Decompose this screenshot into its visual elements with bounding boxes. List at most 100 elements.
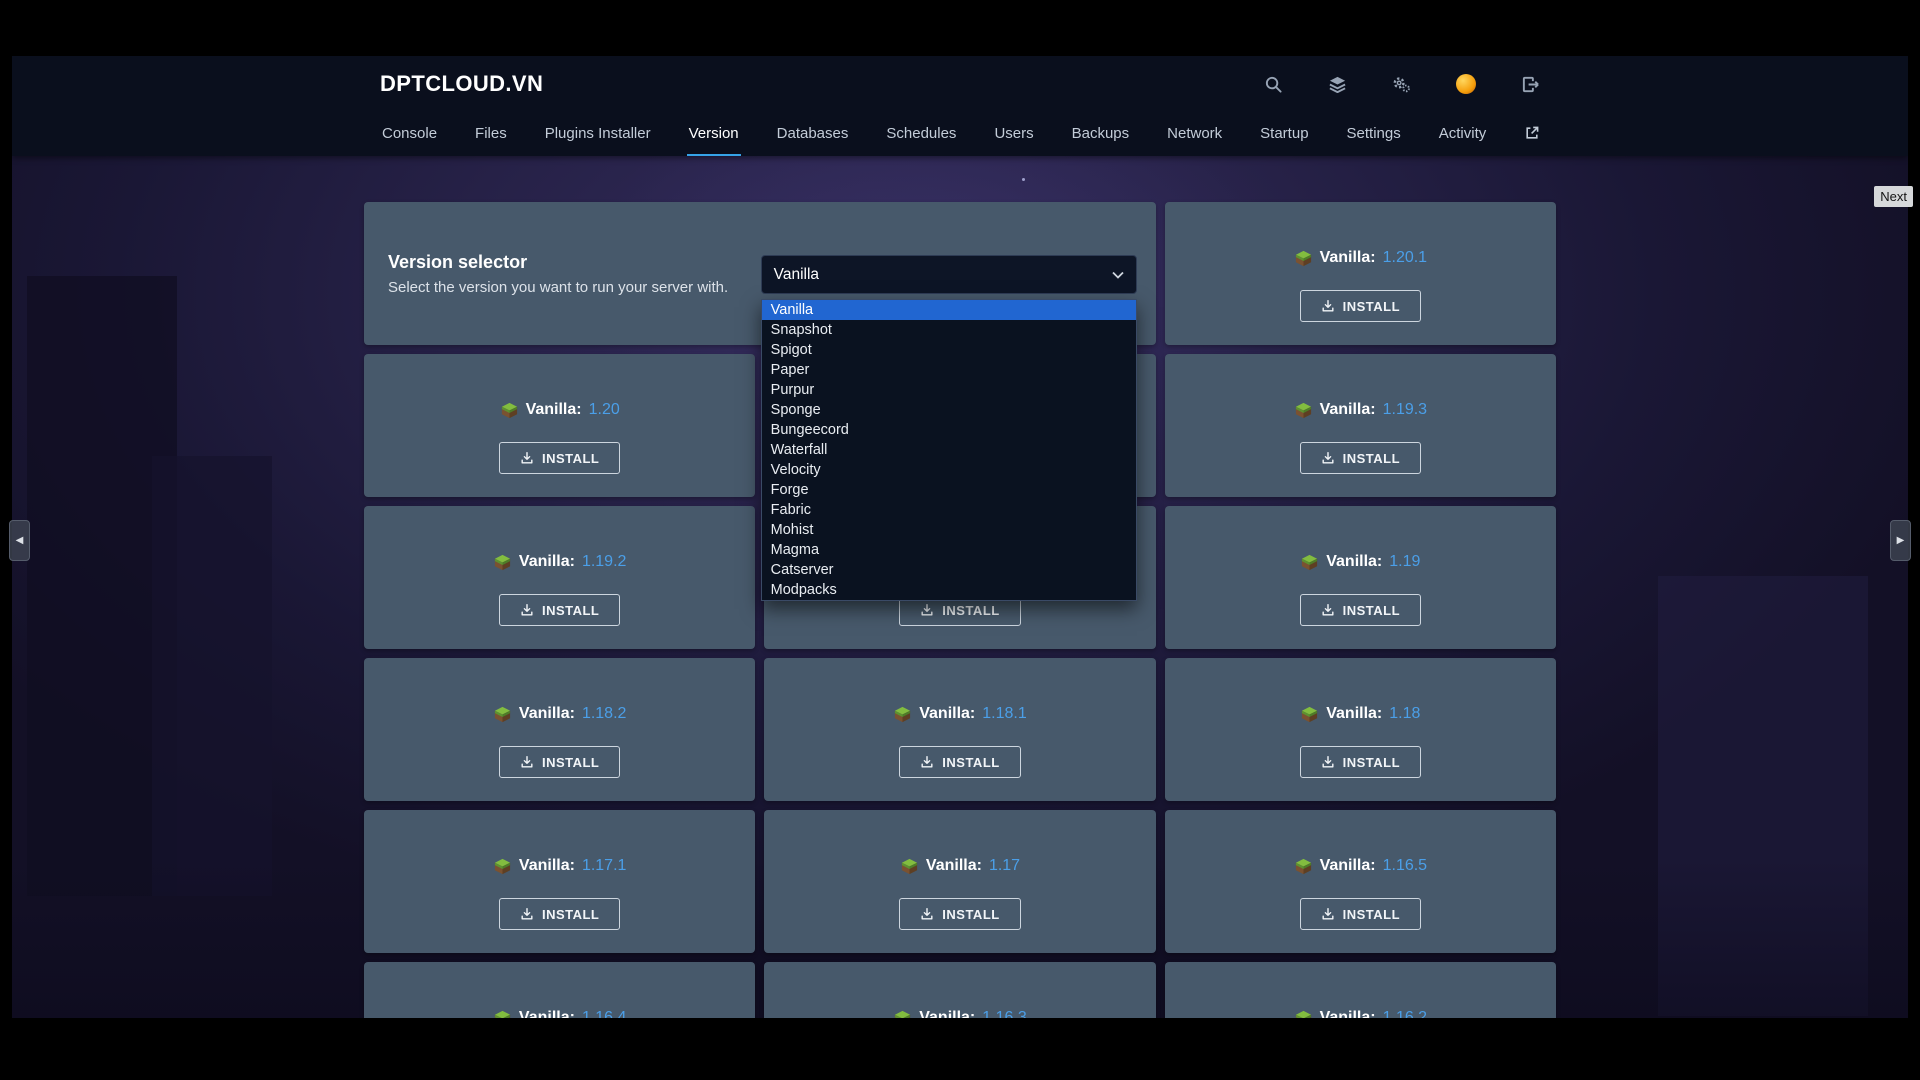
- main-content: Version selector Select the version you …: [12, 156, 1908, 1018]
- version-selector-card: Version selector Select the version you …: [364, 202, 1156, 345]
- tab-activity[interactable]: Activity: [1437, 112, 1489, 156]
- install-label: INSTALL: [1343, 755, 1400, 770]
- tab-console[interactable]: Console: [380, 112, 439, 156]
- install-button[interactable]: INSTALL: [1300, 442, 1421, 474]
- version-card-1-16-2: Vanilla:1.16.2 INSTALL: [1165, 962, 1556, 1018]
- install-button[interactable]: INSTALL: [1300, 594, 1421, 626]
- option-velocity[interactable]: Velocity: [762, 460, 1136, 480]
- card-version: 1.16.2: [1383, 1009, 1427, 1018]
- version-dropdown: Vanilla Snapshot Spigot Paper Purpur Spo…: [761, 299, 1137, 601]
- card-version: 1.19.2: [582, 553, 626, 571]
- tab-files[interactable]: Files: [473, 112, 509, 156]
- external-link-icon[interactable]: [1522, 112, 1542, 156]
- grass-block-icon: [500, 401, 519, 420]
- header-top-row: DPTCLOUD.VN: [380, 56, 1540, 112]
- card-label: Vanilla:: [1320, 249, 1376, 267]
- install-label: INSTALL: [942, 603, 999, 618]
- card-version: 1.16.4: [582, 1009, 626, 1018]
- app-viewport: DPTCLOUD.VN: [12, 56, 1908, 1018]
- install-label: INSTALL: [542, 451, 599, 466]
- option-catserver[interactable]: Catserver: [762, 560, 1136, 580]
- option-vanilla[interactable]: Vanilla: [762, 300, 1136, 320]
- card-version: 1.20: [589, 401, 620, 419]
- version-card-1-19-2: Vanilla: 1.19.2 INSTALL: [364, 506, 755, 649]
- gears-icon[interactable]: [1392, 75, 1411, 94]
- search-icon[interactable]: [1264, 75, 1283, 94]
- next-tooltip: Next: [1874, 186, 1913, 207]
- install-label: INSTALL: [542, 907, 599, 922]
- version-select[interactable]: Vanilla: [761, 255, 1137, 294]
- logout-icon[interactable]: [1521, 75, 1540, 94]
- install-button[interactable]: INSTALL: [1300, 898, 1421, 930]
- option-forge[interactable]: Forge: [762, 480, 1136, 500]
- option-magma[interactable]: Magma: [762, 540, 1136, 560]
- grass-block-icon: [1294, 249, 1313, 268]
- tab-settings[interactable]: Settings: [1345, 112, 1403, 156]
- install-label: INSTALL: [542, 603, 599, 618]
- download-icon: [920, 603, 934, 617]
- card-label: Vanilla:: [926, 857, 982, 875]
- letterbox: DPTCLOUD.VN: [0, 0, 1920, 1080]
- download-icon: [920, 755, 934, 769]
- option-fabric[interactable]: Fabric: [762, 500, 1136, 520]
- card-label: Vanilla:: [919, 1009, 975, 1018]
- download-icon: [1321, 907, 1335, 921]
- avatar[interactable]: [1456, 74, 1476, 94]
- download-icon: [1321, 603, 1335, 617]
- version-card-1-20: Vanilla:1.20 INSTALL: [364, 354, 755, 497]
- brand-title[interactable]: DPTCLOUD.VN: [380, 71, 543, 97]
- version-card-1-16-3: Vanilla:1.16.3 INSTALL: [764, 962, 1155, 1018]
- prev-page-button[interactable]: ◀: [9, 520, 30, 561]
- tab-databases[interactable]: Databases: [775, 112, 851, 156]
- layers-icon[interactable]: [1328, 75, 1347, 94]
- option-snapshot[interactable]: Snapshot: [762, 320, 1136, 340]
- version-card-1-18-1: Vanilla:1.18.1 INSTALL: [764, 658, 1155, 801]
- install-button[interactable]: INSTALL: [1300, 290, 1421, 322]
- install-button[interactable]: INSTALL: [899, 898, 1020, 930]
- install-button[interactable]: INSTALL: [499, 746, 620, 778]
- version-card-1-16-5: Vanilla:1.16.5 INSTALL: [1165, 810, 1556, 953]
- option-bungeecord[interactable]: Bungeecord: [762, 420, 1136, 440]
- grass-block-icon: [493, 553, 512, 572]
- download-icon: [520, 451, 534, 465]
- selector-title: Version selector: [388, 252, 527, 273]
- tab-version[interactable]: Version: [687, 112, 741, 156]
- versions-grid: Version selector Select the version you …: [364, 156, 1556, 1018]
- option-modpacks[interactable]: Modpacks: [762, 580, 1136, 600]
- tab-backups[interactable]: Backups: [1070, 112, 1132, 156]
- tab-users[interactable]: Users: [992, 112, 1035, 156]
- grass-block-icon: [493, 857, 512, 876]
- card-version: 1.16.5: [1383, 857, 1427, 875]
- select-value: Vanilla: [774, 266, 819, 284]
- tab-network[interactable]: Network: [1165, 112, 1224, 156]
- download-icon: [520, 755, 534, 769]
- option-sponge[interactable]: Sponge: [762, 400, 1136, 420]
- version-card-1-17-1: Vanilla:1.17.1 INSTALL: [364, 810, 755, 953]
- install-button[interactable]: INSTALL: [499, 442, 620, 474]
- main-nav: Console Files Plugins Installer Version …: [380, 112, 1540, 156]
- grass-block-icon: [1294, 401, 1313, 420]
- card-label: Vanilla:: [1320, 1009, 1376, 1018]
- grass-block-icon: [1294, 1009, 1313, 1019]
- option-spigot[interactable]: Spigot: [762, 340, 1136, 360]
- option-waterfall[interactable]: Waterfall: [762, 440, 1136, 460]
- bg-voxel-left2: [152, 456, 272, 896]
- card-version: 1.16.3: [982, 1009, 1026, 1018]
- next-page-button[interactable]: ▶: [1890, 520, 1911, 561]
- install-label: INSTALL: [942, 907, 999, 922]
- install-button[interactable]: INSTALL: [499, 594, 620, 626]
- grass-block-icon: [493, 1009, 512, 1019]
- selector-subtitle: Select the version you want to run your …: [388, 279, 728, 296]
- option-paper[interactable]: Paper: [762, 360, 1136, 380]
- tab-startup[interactable]: Startup: [1258, 112, 1310, 156]
- option-purpur[interactable]: Purpur: [762, 380, 1136, 400]
- card-label: Vanilla:: [519, 553, 575, 571]
- install-button[interactable]: INSTALL: [1300, 746, 1421, 778]
- tab-plugins-installer[interactable]: Plugins Installer: [543, 112, 653, 156]
- tab-schedules[interactable]: Schedules: [884, 112, 958, 156]
- install-button[interactable]: INSTALL: [499, 898, 620, 930]
- version-card-1-20-1: Vanilla:1.20.1 INSTALL: [1165, 202, 1556, 345]
- install-button[interactable]: INSTALL: [899, 746, 1020, 778]
- card-label: Vanilla:: [1320, 401, 1376, 419]
- option-mohist[interactable]: Mohist: [762, 520, 1136, 540]
